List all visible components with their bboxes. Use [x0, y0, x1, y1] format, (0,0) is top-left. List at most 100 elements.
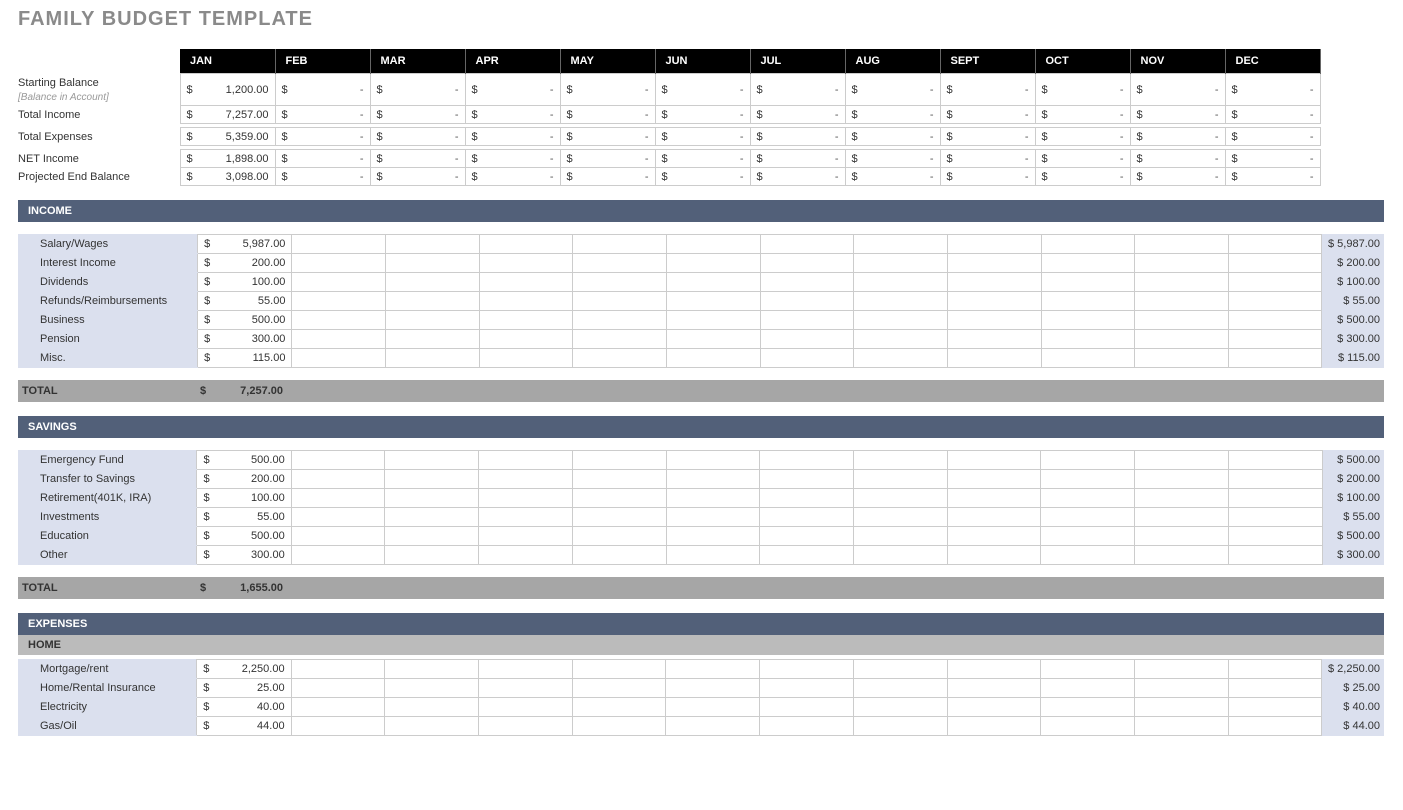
cell[interactable]: $- [655, 128, 750, 146]
cell[interactable] [1228, 330, 1322, 349]
cell[interactable] [479, 679, 573, 698]
cell[interactable] [760, 527, 854, 546]
cell[interactable] [1041, 527, 1135, 546]
cell[interactable] [1228, 349, 1322, 368]
cell[interactable] [385, 660, 479, 679]
cell[interactable]: $200.00 [198, 254, 292, 273]
cell[interactable] [1135, 717, 1229, 736]
cell[interactable] [386, 311, 480, 330]
cell[interactable] [1135, 698, 1229, 717]
cell[interactable] [1041, 489, 1135, 508]
cell[interactable]: $- [655, 150, 750, 168]
cell[interactable] [1228, 679, 1322, 698]
cell[interactable] [573, 330, 667, 349]
cell[interactable] [947, 311, 1041, 330]
cell[interactable] [760, 489, 854, 508]
cell[interactable] [1135, 292, 1229, 311]
cell[interactable] [291, 698, 385, 717]
cell[interactable]: $- [370, 150, 465, 168]
cell[interactable] [1228, 235, 1322, 254]
cell[interactable]: $- [1225, 74, 1320, 106]
cell[interactable] [291, 470, 385, 489]
cell[interactable]: $- [370, 168, 465, 186]
cell[interactable] [1135, 311, 1229, 330]
cell[interactable] [1041, 330, 1135, 349]
cell[interactable]: $- [750, 106, 845, 124]
cell[interactable]: $115.00 [198, 349, 292, 368]
cell[interactable] [854, 330, 948, 349]
cell-jan[interactable]: $7,257.00 [180, 106, 275, 124]
cell[interactable]: $- [1225, 106, 1320, 124]
cell[interactable]: $- [1035, 168, 1130, 186]
cell[interactable] [760, 273, 854, 292]
cell[interactable] [1228, 527, 1322, 546]
cell[interactable] [1041, 349, 1135, 368]
cell[interactable] [854, 273, 948, 292]
cell[interactable] [854, 546, 948, 565]
cell[interactable]: $- [560, 106, 655, 124]
cell[interactable] [666, 546, 760, 565]
cell[interactable] [479, 470, 573, 489]
cell[interactable] [479, 527, 573, 546]
cell[interactable]: $40.00 [197, 698, 291, 717]
cell[interactable] [1228, 311, 1322, 330]
cell[interactable]: $- [845, 106, 940, 124]
cell[interactable] [947, 508, 1041, 527]
cell[interactable]: $- [1130, 74, 1225, 106]
cell[interactable] [667, 330, 761, 349]
cell[interactable] [291, 660, 385, 679]
cell[interactable] [572, 717, 666, 736]
cell[interactable]: $- [560, 150, 655, 168]
cell[interactable] [479, 698, 573, 717]
cell[interactable] [479, 508, 573, 527]
cell[interactable] [573, 273, 667, 292]
cell[interactable]: $- [275, 128, 370, 146]
cell[interactable]: $- [275, 168, 370, 186]
cell[interactable] [947, 292, 1041, 311]
cell[interactable]: $- [275, 106, 370, 124]
cell[interactable] [1228, 451, 1322, 470]
cell[interactable]: $- [560, 168, 655, 186]
cell[interactable] [1228, 698, 1322, 717]
cell-jan[interactable]: $3,098.00 [180, 168, 275, 186]
cell[interactable] [479, 660, 573, 679]
cell[interactable] [1228, 292, 1322, 311]
cell[interactable] [479, 254, 573, 273]
cell[interactable]: $- [465, 106, 560, 124]
cell[interactable] [291, 679, 385, 698]
cell[interactable] [854, 451, 948, 470]
cell[interactable]: $- [465, 128, 560, 146]
cell[interactable] [1228, 546, 1322, 565]
cell[interactable] [572, 508, 666, 527]
cell[interactable] [1228, 508, 1322, 527]
cell[interactable]: $- [370, 74, 465, 106]
cell[interactable] [386, 254, 480, 273]
cell[interactable] [386, 273, 480, 292]
cell[interactable] [385, 470, 479, 489]
cell[interactable] [1228, 254, 1322, 273]
cell[interactable] [667, 292, 761, 311]
cell[interactable]: $200.00 [197, 470, 291, 489]
cell[interactable] [572, 489, 666, 508]
cell[interactable]: $- [750, 128, 845, 146]
cell[interactable]: $- [465, 74, 560, 106]
cell[interactable]: $- [845, 128, 940, 146]
cell[interactable] [479, 349, 573, 368]
cell[interactable] [760, 660, 854, 679]
cell[interactable] [386, 330, 480, 349]
cell[interactable] [292, 330, 386, 349]
cell[interactable] [854, 489, 948, 508]
cell[interactable]: $- [940, 106, 1035, 124]
cell[interactable] [947, 698, 1041, 717]
cell[interactable] [479, 292, 573, 311]
cell[interactable]: $- [1035, 150, 1130, 168]
cell[interactable]: $25.00 [197, 679, 291, 698]
cell[interactable] [479, 546, 573, 565]
cell[interactable]: $- [370, 128, 465, 146]
cell[interactable] [479, 717, 573, 736]
cell-jan[interactable]: $1,200.00 [180, 74, 275, 106]
cell[interactable] [760, 451, 854, 470]
cell[interactable] [947, 349, 1041, 368]
cell[interactable]: $500.00 [197, 451, 291, 470]
cell-jan[interactable]: $1,898.00 [180, 150, 275, 168]
